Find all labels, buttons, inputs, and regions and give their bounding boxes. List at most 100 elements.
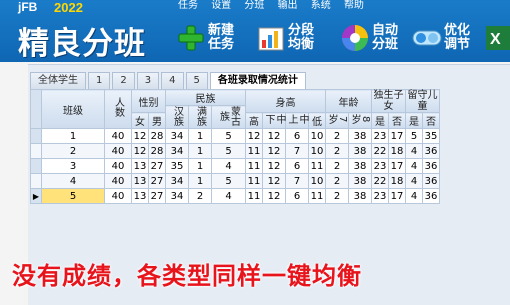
table-row[interactable]: 4 40 13 27 34 1 5 11 12 7 10 2 38 22 18 4 36 [30,173,440,189]
table-cell[interactable]: 40 [104,173,132,189]
table-cell[interactable]: 23 [371,158,389,174]
table-cell[interactable]: 40 [104,128,132,144]
table-cell[interactable]: 11 [308,188,326,204]
table-cell[interactable]: 1 [188,128,212,144]
menu-item-system[interactable]: 系统 [311,0,331,11]
col-male[interactable]: 男 [148,112,166,129]
table-cell[interactable]: 12 [131,143,149,159]
table-row[interactable]: 3 40 13 27 35 1 4 11 12 6 11 2 38 23 17 4 36 [30,158,440,174]
table-cell[interactable]: 4 [405,158,423,174]
row-header[interactable] [30,173,42,189]
col-height-midlow[interactable]: 中下 [262,112,286,129]
table-cell[interactable]: 18 [388,173,406,189]
menu-item-task[interactable]: 任务 [178,0,198,11]
table-cell[interactable]: 38 [348,173,372,189]
table-cell[interactable]: 4 [405,188,423,204]
new-task-button[interactable]: 新建 任务 [176,18,234,58]
tab-class-1[interactable]: 1 [88,72,111,89]
table-cell[interactable]: 2 [188,188,212,204]
table-cell[interactable]: 27 [148,173,166,189]
col-count[interactable]: 人数 [104,89,132,129]
row-header[interactable] [30,158,42,174]
table-cell[interactable]: 34 [165,143,189,159]
table-cell[interactable]: 38 [348,143,372,159]
table-cell[interactable]: 28 [148,128,166,144]
table-cell[interactable]: 2 [325,128,349,144]
table-cell[interactable]: 6 [285,158,309,174]
table-cell[interactable]: 27 [148,158,166,174]
table-cell[interactable]: 36 [422,158,440,174]
menu-item-output[interactable]: 输出 [278,0,298,11]
table-row[interactable]: 1 40 12 28 34 1 5 12 12 6 10 2 38 23 17 5 35 [30,128,440,144]
table-cell[interactable]: 38 [348,188,372,204]
optimize-button[interactable]: 优化 调节 [412,18,470,58]
table-cell[interactable]: 12 [262,143,286,159]
table-cell[interactable]: 2 [325,143,349,159]
row-header[interactable] [30,143,42,159]
table-cell[interactable]: 12 [262,188,286,204]
col-only-yes[interactable]: 是 [371,112,389,129]
class-cell[interactable]: 4 [41,173,105,189]
table-cell[interactable]: 12 [262,128,286,144]
table-cell[interactable]: 28 [148,143,166,159]
row-header[interactable]: ▶ [30,188,42,204]
tab-admission-stats[interactable]: 各班录取情况统计 [209,72,306,89]
table-cell[interactable]: 4 [211,158,246,174]
table-cell[interactable]: 23 [371,128,389,144]
table-cell[interactable]: 10 [308,173,326,189]
table-cell[interactable]: 35 [422,128,440,144]
table-row[interactable]: 2 40 12 28 34 1 5 11 12 7 10 2 38 22 18 4 36 [30,143,440,159]
menu-item-grouping[interactable]: 分班 [244,0,264,11]
col-class[interactable]: 班级 [41,89,105,129]
table-cell[interactable]: 10 [308,143,326,159]
table-cell[interactable]: 1 [188,143,212,159]
table-cell[interactable]: 11 [245,143,263,159]
table-cell[interactable]: 18 [388,143,406,159]
table-cell[interactable]: 40 [104,158,132,174]
tab-class-5[interactable]: 5 [185,72,208,89]
table-cell[interactable]: 5 [405,128,423,144]
table-cell[interactable]: 1 [188,158,212,174]
table-cell[interactable]: 13 [131,188,149,204]
table-cell[interactable]: 13 [131,158,149,174]
table-cell[interactable]: 36 [422,173,440,189]
col-height-midhigh[interactable]: 中上 [285,112,309,129]
table-cell[interactable]: 2 [325,188,349,204]
table-cell[interactable]: 2 [325,173,349,189]
col-left-yes[interactable]: 是 [405,112,423,129]
segment-balance-button[interactable]: 分段 均衡 [256,18,314,58]
table-cell[interactable]: 13 [131,173,149,189]
table-cell[interactable]: 4 [405,173,423,189]
table-cell[interactable]: 17 [388,128,406,144]
table-cell[interactable]: 22 [371,143,389,159]
table-cell[interactable]: 17 [388,188,406,204]
tab-class-2[interactable]: 2 [112,72,135,89]
table-cell[interactable]: 40 [104,143,132,159]
table-cell[interactable]: 4 [211,188,246,204]
col-left-no[interactable]: 否 [422,112,440,129]
auto-assign-button[interactable]: 自动 分班 [340,18,398,58]
table-cell[interactable]: 12 [262,158,286,174]
table-cell[interactable]: 5 [211,173,246,189]
table-cell[interactable]: 7 [285,173,309,189]
table-cell[interactable]: 34 [165,128,189,144]
menu-item-settings[interactable]: 设置 [211,0,231,11]
table-cell[interactable]: 2 [325,158,349,174]
table-cell[interactable]: 5 [211,143,246,159]
table-cell[interactable]: 7 [285,143,309,159]
table-cell[interactable]: 12 [245,128,263,144]
table-cell[interactable]: 38 [348,128,372,144]
class-cell[interactable]: 3 [41,158,105,174]
table-cell[interactable]: 36 [422,143,440,159]
col-height-high[interactable]: 高 [245,112,263,129]
col-female[interactable]: 女 [131,112,149,129]
table-cell[interactable]: 6 [285,128,309,144]
table-cell[interactable]: 11 [308,158,326,174]
table-cell[interactable]: 1 [188,173,212,189]
col-age-8[interactable]: 8岁 [348,112,372,129]
col-height-low[interactable]: 低 [308,112,326,129]
table-cell[interactable]: 11 [245,188,263,204]
table-cell[interactable]: 23 [371,188,389,204]
table-cell[interactable]: 35 [165,158,189,174]
table-cell[interactable]: 17 [388,158,406,174]
